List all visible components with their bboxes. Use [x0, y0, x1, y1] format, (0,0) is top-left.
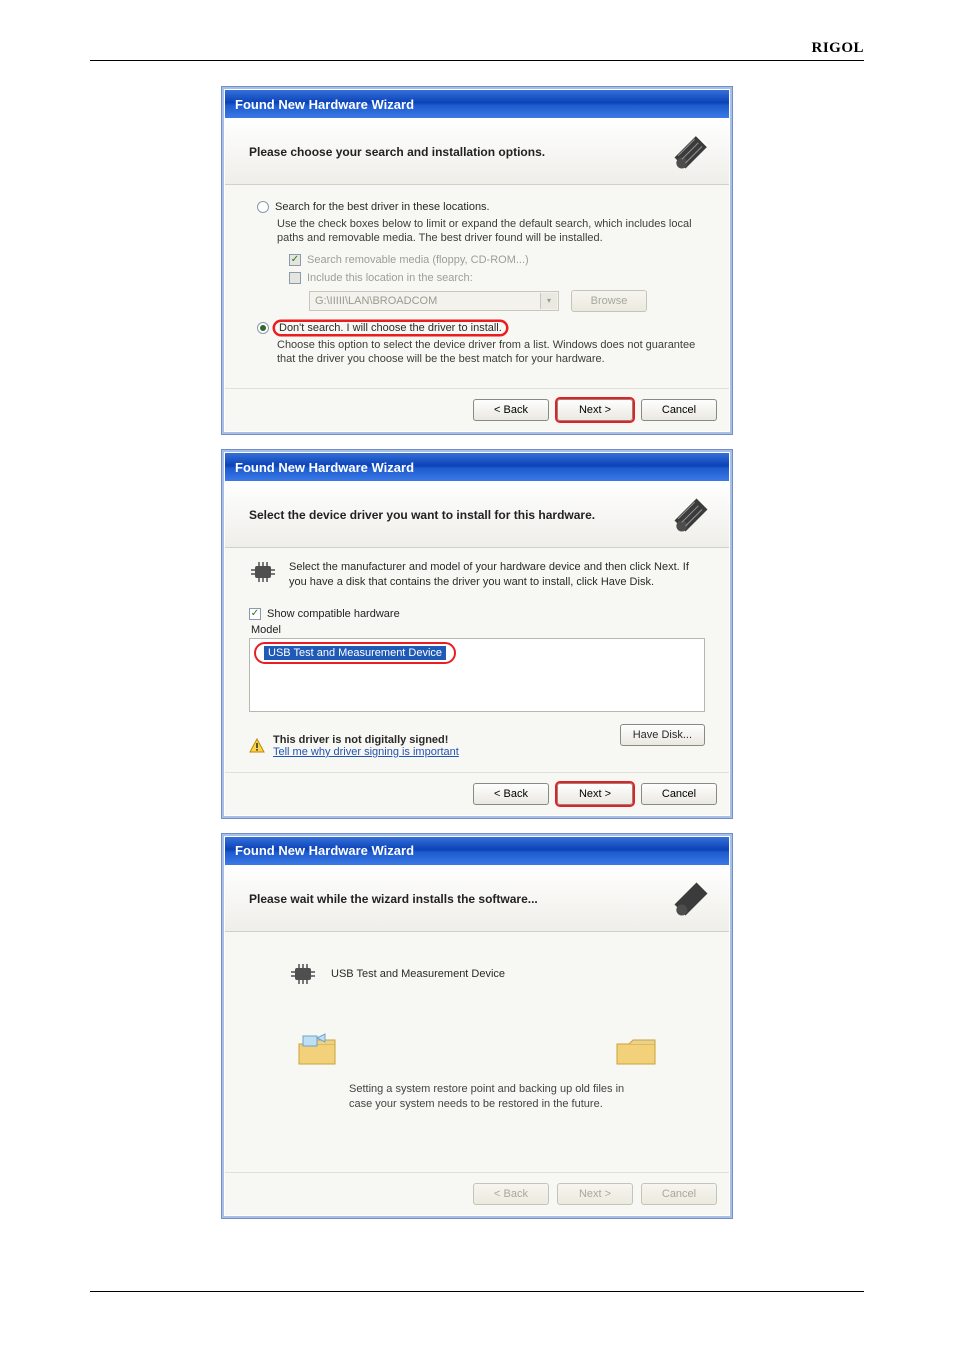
checkbox-icon: [249, 608, 261, 620]
warning-icon: [249, 738, 265, 754]
wizard-dialog-installing: Found New Hardware Wizard Please wait wh…: [224, 836, 730, 1216]
dialog-header-title: Select the device driver you want to ins…: [249, 508, 595, 522]
cancel-button: Cancel: [641, 1183, 717, 1205]
have-disk-button[interactable]: Have Disk...: [620, 724, 705, 746]
window-title: Found New Hardware Wizard: [235, 843, 414, 858]
dialog-header-title: Please choose your search and installati…: [249, 145, 545, 159]
warning-text: This driver is not digitally signed!: [273, 734, 459, 746]
checkbox-removable-media: Search removable media (floppy, CD-ROM..…: [289, 254, 705, 266]
dialog-header-title: Please wait while the wizard installs th…: [249, 892, 538, 906]
radio-search-best-driver[interactable]: Search for the best driver in these loca…: [257, 201, 705, 213]
location-path-combo: G:\IIIII\LAN\BROADCOM ▾: [309, 291, 559, 311]
dialog-header: Please choose your search and installati…: [225, 118, 729, 185]
instruction-text: Select the manufacturer and model of you…: [289, 560, 705, 590]
back-button[interactable]: < Back: [473, 783, 549, 805]
source-folder-icon: [295, 1030, 341, 1070]
button-row: < Back Next > Cancel: [225, 388, 729, 431]
dialog-header: Select the device driver you want to ins…: [225, 481, 729, 548]
checkbox-show-compatible[interactable]: Show compatible hardware: [249, 608, 705, 620]
why-signing-link[interactable]: Tell me why driver signing is important: [273, 746, 459, 758]
window-title: Found New Hardware Wizard: [235, 460, 414, 475]
option2-description: Choose this option to select the device …: [277, 338, 705, 367]
window-title: Found New Hardware Wizard: [235, 97, 414, 112]
back-button: < Back: [473, 1183, 549, 1205]
driver-list[interactable]: USB Test and Measurement Device: [249, 638, 705, 712]
checkbox-label: Search removable media (floppy, CD-ROM..…: [307, 254, 529, 266]
title-bar[interactable]: Found New Hardware Wizard: [225, 90, 729, 118]
chevron-down-icon: ▾: [540, 293, 557, 309]
checkbox-include-location: Include this location in the search:: [289, 272, 705, 284]
button-row: < Back Next > Cancel: [225, 1172, 729, 1215]
browse-button: Browse: [571, 290, 647, 312]
page-footer-rule: [90, 1291, 864, 1292]
button-row: < Back Next > Cancel: [225, 772, 729, 815]
title-bar[interactable]: Found New Hardware Wizard: [225, 837, 729, 865]
cancel-button[interactable]: Cancel: [641, 399, 717, 421]
radio-dont-search[interactable]: Don't search. I will choose the driver t…: [257, 322, 705, 334]
page-header: RIGOL: [90, 40, 864, 61]
hardware-icon: [667, 491, 715, 539]
next-button: Next >: [557, 1183, 633, 1205]
radio-icon: [257, 201, 269, 213]
brand-text: RIGOL: [811, 40, 864, 56]
next-button[interactable]: Next >: [557, 399, 633, 421]
checkbox-label: Include this location in the search:: [307, 272, 473, 284]
title-bar[interactable]: Found New Hardware Wizard: [225, 453, 729, 481]
radio-icon: [257, 322, 269, 334]
option1-description: Use the check boxes below to limit or ex…: [277, 217, 705, 246]
destination-folder-icon: [613, 1030, 659, 1070]
checkbox-label: Show compatible hardware: [267, 608, 400, 620]
back-button[interactable]: < Back: [473, 399, 549, 421]
device-name: USB Test and Measurement Device: [331, 968, 505, 980]
cancel-button[interactable]: Cancel: [641, 783, 717, 805]
signature-warning: This driver is not digitally signed! Tel…: [249, 734, 459, 758]
next-button[interactable]: Next >: [557, 783, 633, 805]
file-copy-animation: [249, 1030, 705, 1070]
restore-point-note: Setting a system restore point and backi…: [249, 1082, 705, 1130]
checkbox-icon: [289, 254, 301, 266]
dialog-header: Please wait while the wizard installs th…: [225, 865, 729, 932]
hardware-icon: [667, 128, 715, 176]
hardware-icon: [667, 875, 715, 923]
path-text: G:\IIIII\LAN\BROADCOM: [315, 295, 437, 307]
wizard-dialog-search-options: Found New Hardware Wizard Please choose …: [224, 89, 730, 432]
checkbox-icon: [289, 272, 301, 284]
model-column-header: Model: [251, 624, 705, 636]
radio-label-highlighted: Don't search. I will choose the driver t…: [275, 322, 506, 334]
driver-list-item[interactable]: USB Test and Measurement Device: [264, 646, 446, 660]
wizard-dialog-select-driver: Found New Hardware Wizard Select the dev…: [224, 452, 730, 816]
chip-icon: [289, 962, 317, 986]
radio-label: Search for the best driver in these loca…: [275, 201, 490, 213]
chip-icon: [249, 560, 277, 584]
